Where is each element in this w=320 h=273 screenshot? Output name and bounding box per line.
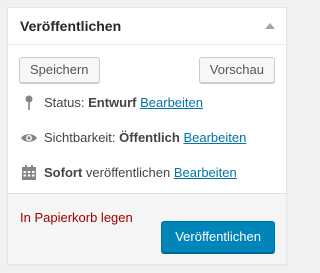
publish-button[interactable]: Veröffentlichen	[161, 221, 275, 253]
schedule-label: veröffentlichen	[85, 165, 171, 180]
major-publishing-actions: In Papierkorb legen Veröffentlichen	[8, 193, 286, 264]
visibility-label: Sichtbarkeit:	[44, 130, 116, 145]
minor-publishing-actions: Speichern Vorschau	[8, 45, 286, 83]
publish-metabox: Veröffentlichen Speichern Vorschau Statu…	[7, 7, 287, 265]
calendar-icon	[22, 164, 36, 180]
preview-button[interactable]: Vorschau	[198, 57, 275, 83]
edit-status-link[interactable]: Bearbeiten	[140, 95, 203, 110]
metabox-header[interactable]: Veröffentlichen	[8, 8, 286, 45]
pin-icon	[25, 95, 33, 110]
post-status-row: Status: Entwurf Bearbeiten	[20, 93, 203, 113]
publish-schedule-row: Sofort veröffentlichen Bearbeiten	[20, 163, 237, 183]
visibility-value: Öffentlich	[119, 130, 180, 145]
status-label: Status:	[44, 95, 85, 110]
status-value: Entwurf	[88, 95, 137, 110]
save-draft-button[interactable]: Speichern	[19, 57, 100, 83]
edit-schedule-link[interactable]: Bearbeiten	[174, 165, 237, 180]
schedule-value: Sofort	[44, 165, 83, 180]
move-to-trash-link[interactable]: In Papierkorb legen	[20, 209, 133, 227]
edit-visibility-link[interactable]: Bearbeiten	[183, 130, 246, 145]
eye-icon	[21, 133, 37, 142]
visibility-row: Sichtbarkeit: Öffentlich Bearbeiten	[20, 128, 246, 148]
metabox-title: Veröffentlichen	[20, 18, 122, 34]
collapse-arrow-icon[interactable]	[265, 23, 275, 29]
